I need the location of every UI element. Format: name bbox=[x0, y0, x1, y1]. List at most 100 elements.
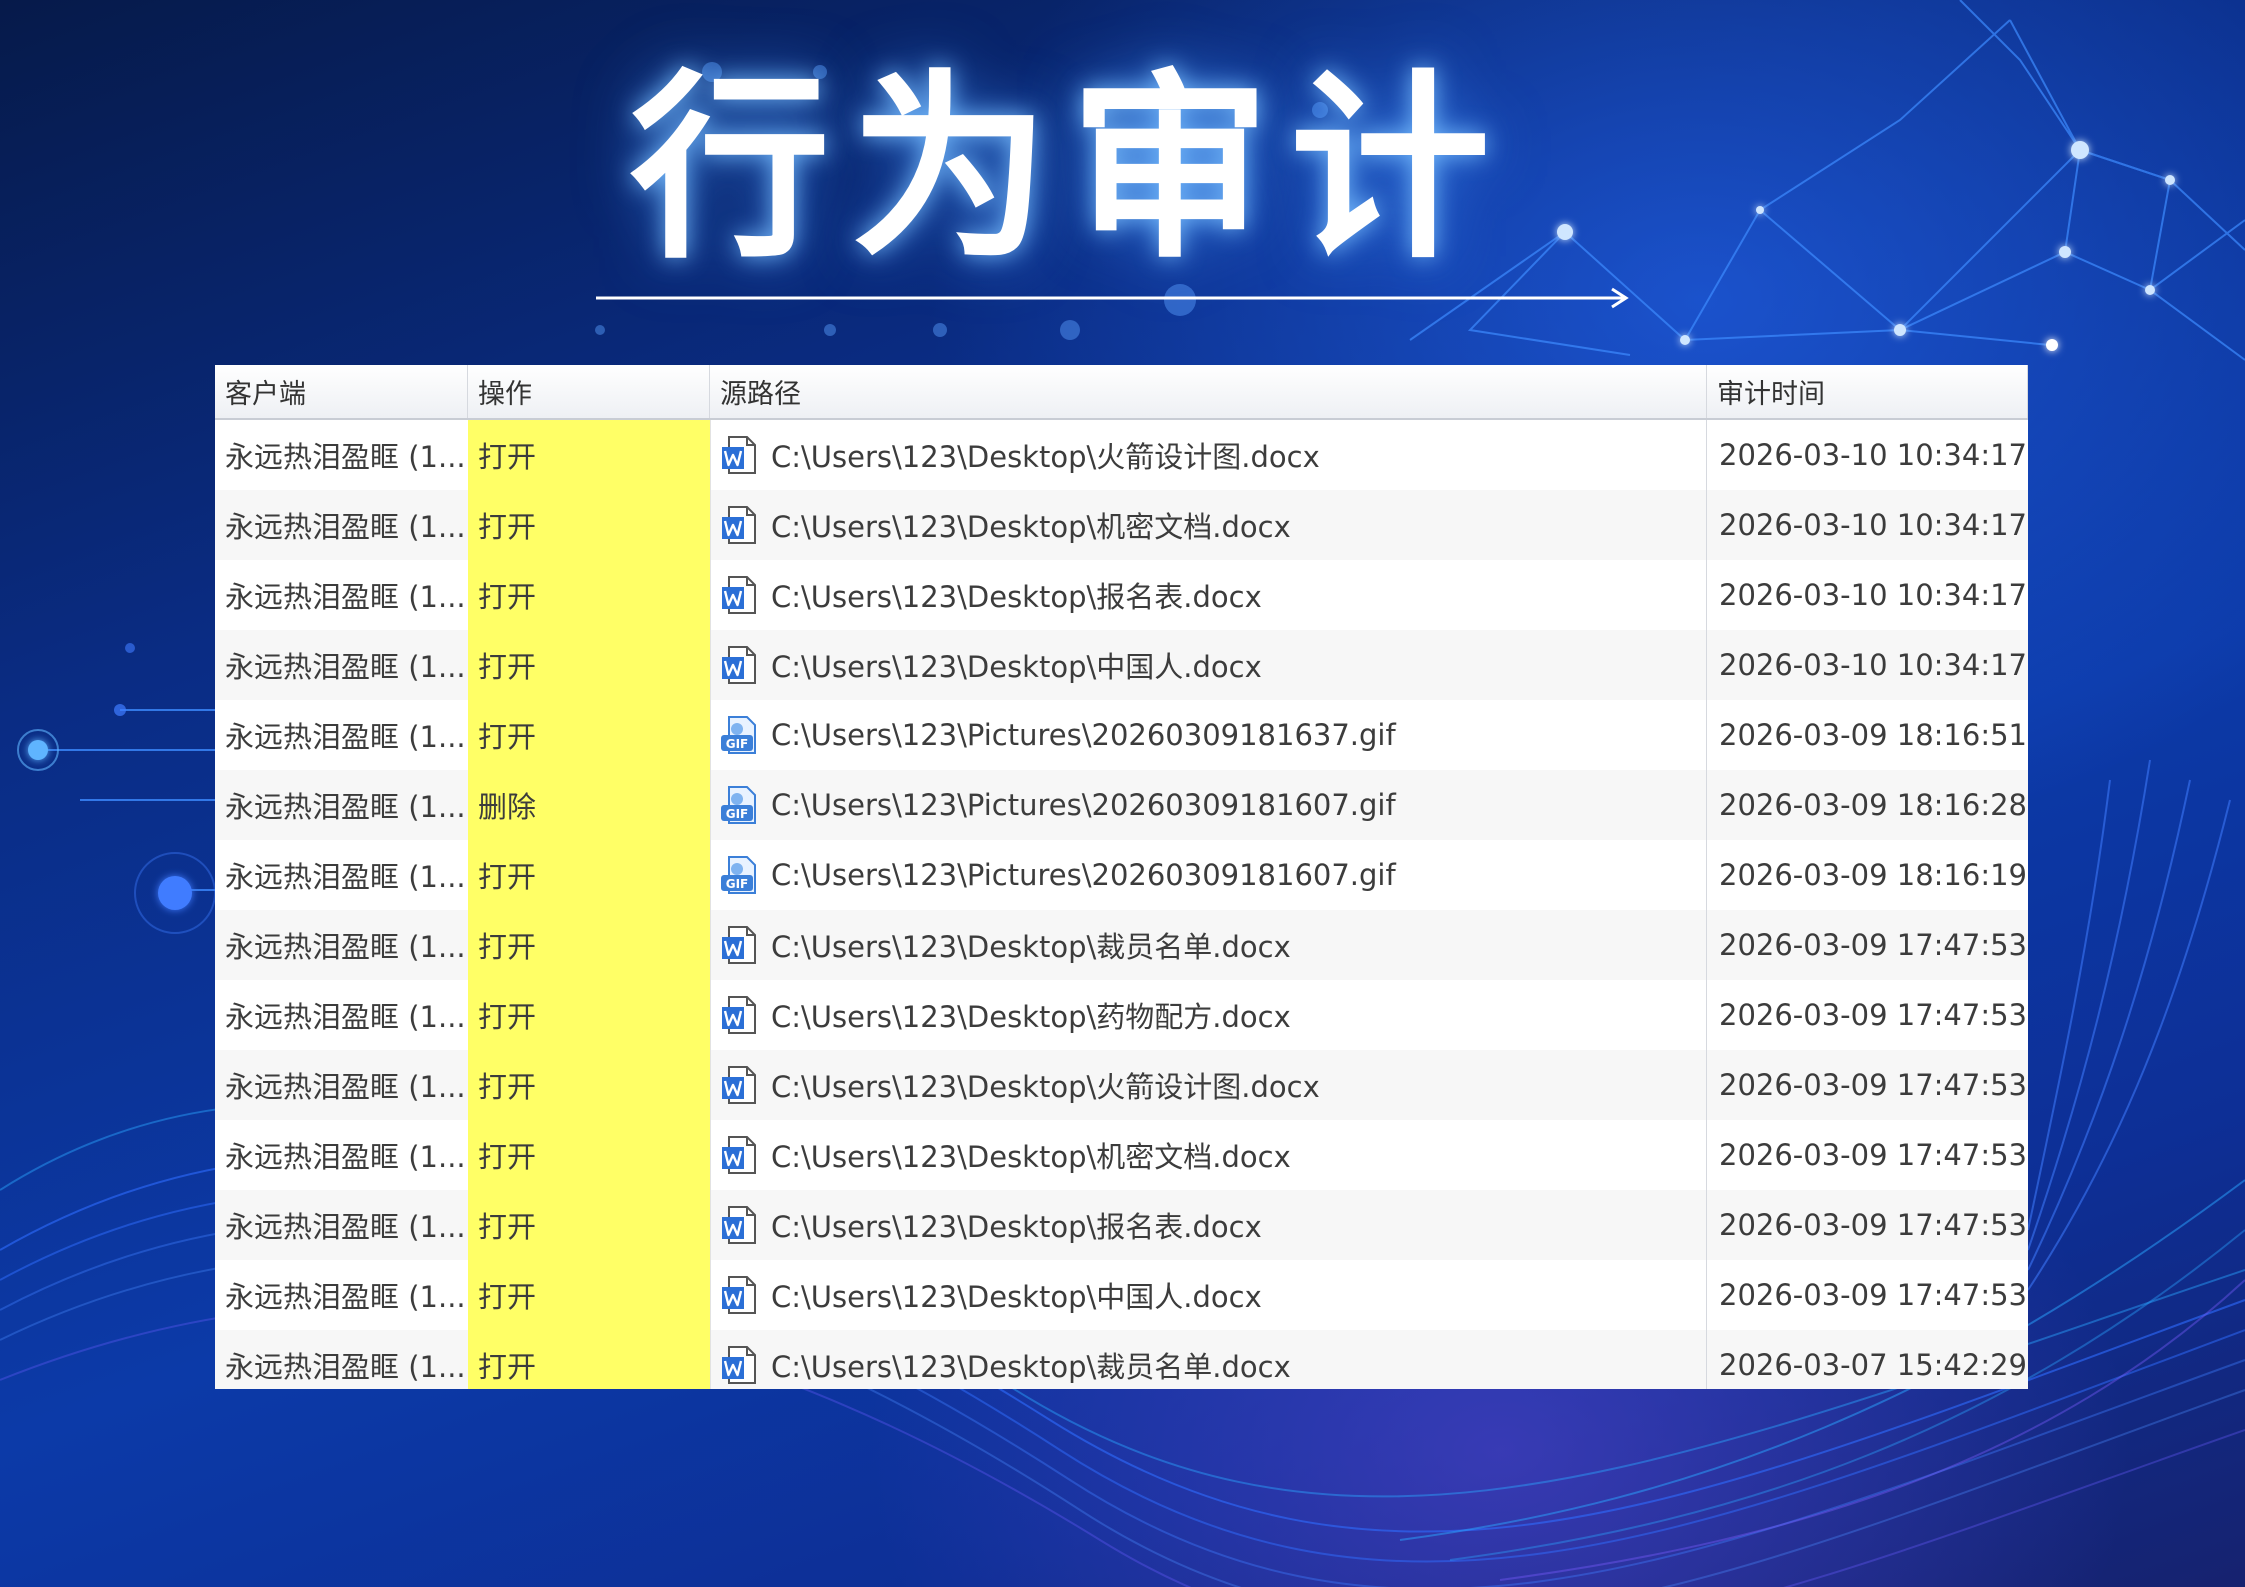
path-text: C:\Users\123\Desktop\火箭设计图.docx bbox=[771, 440, 1320, 474]
cell-source-path: C:\Users\123\Desktop\中国人.docx bbox=[710, 1260, 1707, 1330]
cell-operation: 打开 bbox=[468, 1120, 710, 1190]
table-row[interactable]: 永远热泪盈眶 (1... 打开 C:\Users\123\Desktop\裁员名… bbox=[215, 910, 2028, 980]
path-text: C:\Users\123\Desktop\火箭设计图.docx bbox=[771, 1070, 1320, 1104]
table-body: 永远热泪盈眶 (1... 打开 C:\Users\123\Desktop\火箭设… bbox=[215, 420, 2028, 1389]
cell-operation: 打开 bbox=[468, 1050, 710, 1120]
word-doc-icon bbox=[722, 1136, 756, 1174]
path-text: C:\Users\123\Desktop\报名表.docx bbox=[771, 580, 1262, 614]
cell-client: 永远热泪盈眶 (1... bbox=[225, 1210, 466, 1244]
cell-source-path: GIF C:\Users\123\Pictures\20260309181637… bbox=[710, 700, 1707, 770]
cell-audit-time: 2026-03-10 10:34:17 bbox=[1719, 648, 2027, 682]
table-row[interactable]: 永远热泪盈眶 (1... 打开 C:\Users\123\Desktop\报名表… bbox=[215, 560, 2028, 630]
gif-file-icon: GIF bbox=[721, 716, 756, 754]
path-text: C:\Users\123\Desktop\裁员名单.docx bbox=[771, 1350, 1291, 1384]
cell-client: 永远热泪盈眶 (1... bbox=[225, 440, 466, 474]
column-header-source-path[interactable]: 源路径 bbox=[710, 365, 1707, 418]
right-sweep-lines bbox=[2027, 759, 2231, 1291]
word-doc-icon bbox=[722, 1206, 756, 1244]
cell-operation: 打开 bbox=[468, 1190, 710, 1260]
cell-audit-time: 2026-03-09 18:16:28 bbox=[1719, 788, 2027, 822]
cell-audit-time: 2026-03-09 18:16:19 bbox=[1719, 858, 2027, 892]
cell-operation: 打开 bbox=[468, 910, 710, 980]
cell-client: 永远热泪盈眶 (1... bbox=[225, 650, 466, 684]
word-doc-icon bbox=[722, 1346, 756, 1384]
page-title: 行为审计 bbox=[629, 53, 1510, 286]
cell-client: 永远热泪盈眶 (1... bbox=[225, 860, 466, 894]
path-text: C:\Users\123\Desktop\中国人.docx bbox=[771, 650, 1262, 684]
cell-operation: 打开 bbox=[468, 420, 710, 490]
audit-table: 客户端 操作 源路径 审计时间 永远热泪盈眶 (1... 打开 C:\Users… bbox=[215, 365, 2028, 1389]
cell-source-path: C:\Users\123\Desktop\火箭设计图.docx bbox=[710, 420, 1707, 490]
table-row[interactable]: 永远热泪盈眶 (1... 打开 C:\Users\123\Desktop\中国人… bbox=[215, 630, 2028, 700]
svg-text:GIF: GIF bbox=[726, 877, 749, 891]
column-header-client[interactable]: 客户端 bbox=[215, 365, 468, 418]
word-doc-icon bbox=[722, 996, 756, 1034]
circuit-nodes bbox=[17, 643, 216, 934]
cell-operation: 打开 bbox=[468, 840, 710, 910]
path-text: C:\Users\123\Desktop\中国人.docx bbox=[771, 1280, 1262, 1314]
word-doc-icon bbox=[722, 1066, 756, 1104]
path-text: C:\Users\123\Desktop\药物配方.docx bbox=[771, 1000, 1291, 1034]
table-row[interactable]: 永远热泪盈眶 (1... 打开 C:\Users\123\Desktop\中国人… bbox=[215, 1260, 2028, 1330]
cell-client: 永远热泪盈眶 (1... bbox=[225, 1070, 466, 1104]
table-row[interactable]: 永远热泪盈眶 (1... 打开 C:\Users\123\Desktop\报名表… bbox=[215, 1190, 2028, 1260]
cell-client: 永远热泪盈眶 (1... bbox=[225, 720, 466, 754]
cell-audit-time: 2026-03-09 17:47:53 bbox=[1719, 998, 2027, 1032]
svg-text:GIF: GIF bbox=[726, 737, 749, 751]
cell-audit-time: 2026-03-10 10:34:17 bbox=[1719, 438, 2027, 472]
cell-client: 永远热泪盈眶 (1... bbox=[225, 510, 466, 544]
cell-client: 永远热泪盈眶 (1... bbox=[225, 790, 466, 824]
cell-client: 永远热泪盈眶 (1... bbox=[225, 1140, 466, 1174]
table-row[interactable]: 永远热泪盈眶 (1... 打开 C:\Users\123\Desktop\裁员名… bbox=[215, 1330, 2028, 1389]
cell-source-path: GIF C:\Users\123\Pictures\20260309181607… bbox=[710, 770, 1707, 840]
cell-operation: 打开 bbox=[468, 980, 710, 1050]
word-doc-icon bbox=[722, 436, 756, 474]
word-doc-icon bbox=[722, 926, 756, 964]
cell-source-path: GIF C:\Users\123\Pictures\20260309181607… bbox=[710, 840, 1707, 910]
cell-operation: 打开 bbox=[468, 630, 710, 700]
column-header-operation[interactable]: 操作 bbox=[468, 365, 710, 418]
path-text: C:\Users\123\Pictures\20260309181607.gif bbox=[771, 858, 1396, 892]
cell-audit-time: 2026-03-09 17:47:53 bbox=[1719, 928, 2027, 962]
word-doc-icon bbox=[722, 646, 756, 684]
table-row[interactable]: 永远热泪盈眶 (1... 打开 C:\Users\123\Desktop\火箭设… bbox=[215, 1050, 2028, 1120]
path-text: C:\Users\123\Desktop\裁员名单.docx bbox=[771, 930, 1291, 964]
table-row[interactable]: 永远热泪盈眶 (1... 打开 C:\Users\123\Desktop\机密文… bbox=[215, 490, 2028, 560]
cell-source-path: C:\Users\123\Desktop\机密文档.docx bbox=[710, 490, 1707, 560]
cell-client: 永远热泪盈眶 (1... bbox=[225, 580, 466, 614]
path-text: C:\Users\123\Desktop\机密文档.docx bbox=[771, 510, 1291, 544]
cell-operation: 打开 bbox=[468, 1330, 710, 1389]
cell-audit-time: 2026-03-09 17:47:53 bbox=[1719, 1068, 2027, 1102]
svg-text:GIF: GIF bbox=[726, 807, 749, 821]
cell-audit-time: 2026-03-07 15:42:29 bbox=[1719, 1348, 2027, 1382]
path-text: C:\Users\123\Pictures\20260309181637.gif bbox=[771, 718, 1396, 752]
word-doc-icon bbox=[722, 1276, 756, 1314]
cell-source-path: C:\Users\123\Desktop\裁员名单.docx bbox=[710, 910, 1707, 980]
word-doc-icon bbox=[722, 506, 756, 544]
path-text: C:\Users\123\Pictures\20260309181607.gif bbox=[771, 788, 1396, 822]
cell-audit-time: 2026-03-10 10:34:17 bbox=[1719, 578, 2027, 612]
word-doc-icon bbox=[722, 576, 756, 614]
table-row[interactable]: 永远热泪盈眶 (1... 删除 GIF C:\Users\123\Picture… bbox=[215, 770, 2028, 840]
table-row[interactable]: 永远热泪盈眶 (1... 打开 C:\Users\123\Desktop\火箭设… bbox=[215, 420, 2028, 490]
gif-file-icon: GIF bbox=[721, 856, 756, 894]
cell-source-path: C:\Users\123\Desktop\中国人.docx bbox=[710, 630, 1707, 700]
table-row[interactable]: 永远热泪盈眶 (1... 打开 GIF C:\Users\123\Picture… bbox=[215, 840, 2028, 910]
gif-file-icon: GIF bbox=[721, 786, 756, 824]
path-text: C:\Users\123\Desktop\报名表.docx bbox=[771, 1210, 1262, 1244]
cell-source-path: C:\Users\123\Desktop\报名表.docx bbox=[710, 560, 1707, 630]
cell-source-path: C:\Users\123\Desktop\报名表.docx bbox=[710, 1190, 1707, 1260]
table-row[interactable]: 永远热泪盈眶 (1... 打开 GIF C:\Users\123\Picture… bbox=[215, 700, 2028, 770]
cell-operation: 打开 bbox=[468, 1260, 710, 1330]
column-header-audit-time[interactable]: 审计时间 bbox=[1707, 365, 2028, 418]
cell-source-path: C:\Users\123\Desktop\裁员名单.docx bbox=[710, 1330, 1707, 1389]
cell-audit-time: 2026-03-10 10:34:17 bbox=[1719, 508, 2027, 542]
path-text: C:\Users\123\Desktop\机密文档.docx bbox=[771, 1140, 1291, 1174]
cell-operation: 删除 bbox=[468, 770, 710, 840]
cell-client: 永远热泪盈眶 (1... bbox=[225, 1280, 466, 1314]
table-row[interactable]: 永远热泪盈眶 (1... 打开 C:\Users\123\Desktop\药物配… bbox=[215, 980, 2028, 1050]
cell-source-path: C:\Users\123\Desktop\机密文档.docx bbox=[710, 1120, 1707, 1190]
table-row[interactable]: 永远热泪盈眶 (1... 打开 C:\Users\123\Desktop\机密文… bbox=[215, 1120, 2028, 1190]
cell-client: 永远热泪盈眶 (1... bbox=[225, 930, 466, 964]
cell-audit-time: 2026-03-09 18:16:51 bbox=[1719, 718, 2027, 752]
